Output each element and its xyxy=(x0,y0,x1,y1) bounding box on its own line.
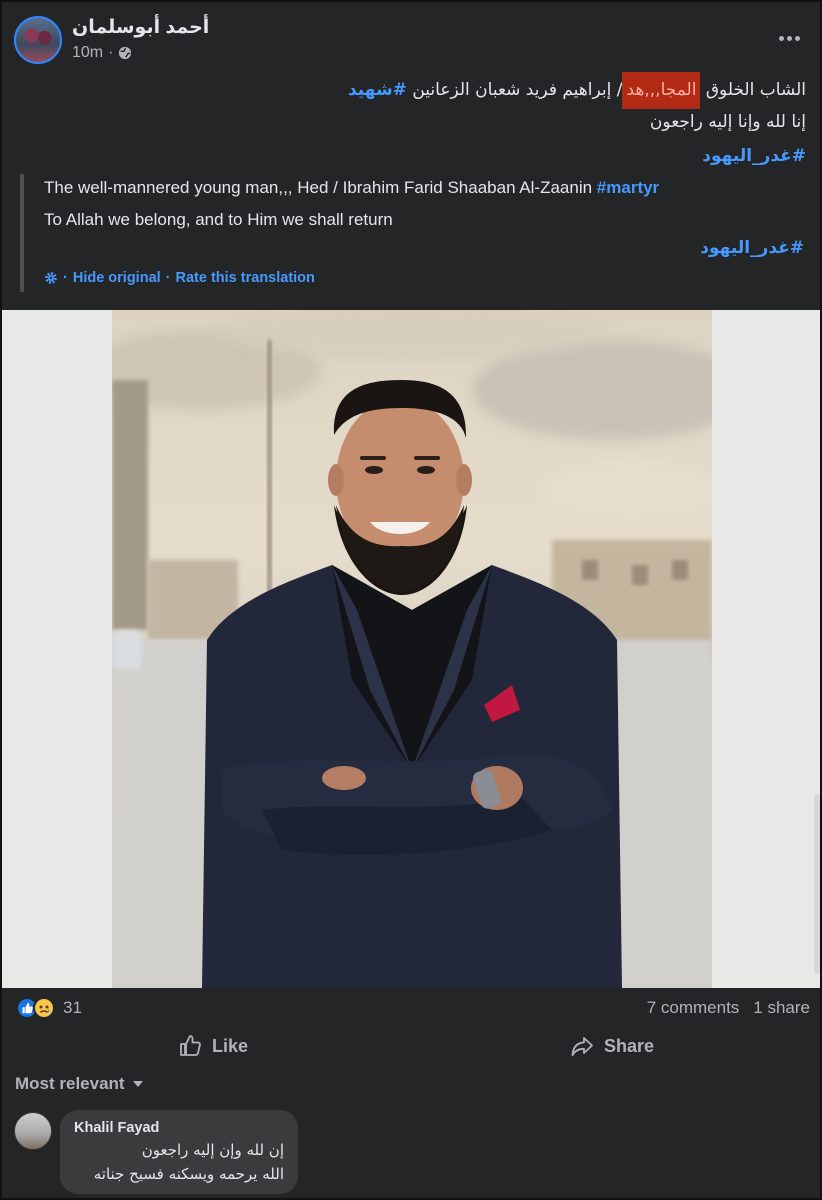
meta-separator: · xyxy=(108,44,114,61)
comment-avatar[interactable] xyxy=(14,1112,52,1150)
post-header: أحمد أبوسلمان 10m · xyxy=(2,2,820,72)
hashtag-link[interactable]: #martyr xyxy=(597,178,659,197)
translation-actions: · Hide original · Rate this translation xyxy=(44,270,315,286)
comment-text-line: إن لله وإن إليه راجعون xyxy=(141,1141,284,1159)
scrollbar[interactable] xyxy=(814,794,820,974)
comment-bubble: Khalil Fayad إن لله وإن إليه راجعون الله… xyxy=(60,1110,298,1194)
hashtag-link[interactable]: #شهيد xyxy=(348,80,407,100)
translation-line-1: The well-mannered young man,,, Hed / Ibr… xyxy=(44,174,810,206)
like-button[interactable]: Like xyxy=(178,1028,248,1064)
facebook-post: أحمد أبوسلمان 10m · الشاب الخلوق المجا,,… xyxy=(0,0,822,1200)
hide-original-link[interactable]: Hide original xyxy=(73,270,161,286)
engagement-counts: 7 comments 1 share xyxy=(647,998,810,1018)
post-text-line-1: الشاب الخلوق المجا,,,هد/ إبراهيم فريد شع… xyxy=(16,72,806,109)
reactions-bar: 31 7 comments 1 share xyxy=(2,988,820,1028)
more-icon-dot xyxy=(778,35,784,41)
post-text-segment: الشاب الخلوق xyxy=(700,80,806,100)
translation-text: The well-mannered young man,,, Hed / Ibr… xyxy=(44,178,597,197)
reaction-icons[interactable] xyxy=(16,997,55,1019)
share-button[interactable]: Share xyxy=(570,1028,654,1064)
photo-illustration xyxy=(112,310,712,988)
author-avatar[interactable] xyxy=(14,16,62,64)
post-photo[interactable] xyxy=(112,310,712,988)
hashtag-link[interactable]: #غدر_اليهود xyxy=(702,146,806,166)
share-label: Share xyxy=(604,1035,655,1056)
translation-line-2: To Allah we belong, and to Him we shall … xyxy=(44,210,393,229)
more-icon-dot xyxy=(794,35,800,41)
like-label: Like xyxy=(212,1035,249,1056)
post-time[interactable]: 10m xyxy=(72,44,103,62)
hashtag-link[interactable]: #غدر_اليهود xyxy=(700,238,804,258)
globe-icon xyxy=(119,46,132,60)
post-actions: Like Share xyxy=(2,1028,820,1064)
reaction-count[interactable]: 31 xyxy=(63,998,82,1018)
comment-text-line: الله يرحمه ويسكنه فسيح جناته xyxy=(93,1165,284,1183)
caret-down-icon xyxy=(132,1081,143,1087)
comment-author[interactable]: Khalil Fayad xyxy=(74,1120,284,1136)
like-icon xyxy=(180,1035,201,1056)
post-meta: 10m · xyxy=(72,44,132,62)
author-name[interactable]: أحمد أبوسلمان xyxy=(72,16,209,39)
translation-block: The well-mannered young man,,, Hed / Ibr… xyxy=(20,174,810,292)
separator: · xyxy=(63,270,68,286)
sort-label: Most relevant xyxy=(15,1074,125,1093)
sad-reaction-icon xyxy=(33,997,55,1019)
separator: · xyxy=(165,270,171,286)
post-text-line-2: إنا لله وإنا إليه راجعون xyxy=(649,112,806,132)
more-options-button[interactable] xyxy=(776,28,802,48)
comments-count[interactable]: 7 comments xyxy=(647,998,740,1018)
post-photo-area xyxy=(2,310,820,988)
highlighted-word: المجا,,,هد xyxy=(622,72,701,109)
share-icon xyxy=(571,1037,593,1056)
post-text-segment: / إبراهيم فريد شعبان الزعانين xyxy=(406,80,623,100)
comment-sort-dropdown[interactable]: Most relevant xyxy=(15,1074,143,1094)
more-icon-dot xyxy=(786,35,792,41)
gear-icon[interactable] xyxy=(44,271,58,285)
shares-count[interactable]: 1 share xyxy=(753,998,810,1018)
post-text: الشاب الخلوق المجا,,,هد/ إبراهيم فريد شع… xyxy=(16,72,806,174)
post-text-line-3: #غدر_اليهود xyxy=(16,140,806,174)
rate-translation-link[interactable]: Rate this translation xyxy=(176,270,315,286)
